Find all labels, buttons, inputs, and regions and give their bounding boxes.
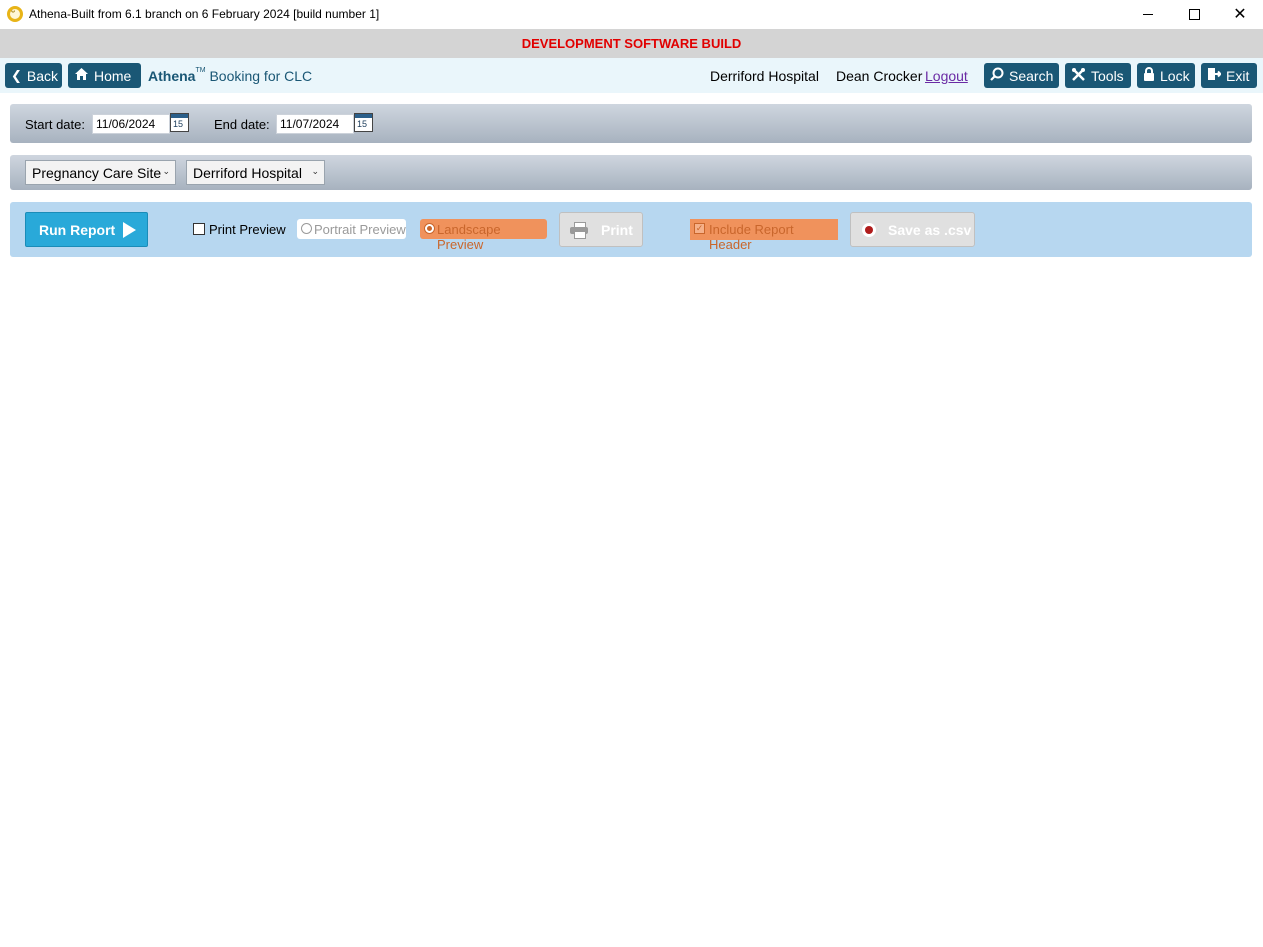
end-date-input[interactable]: 11/07/2024 (276, 114, 354, 134)
portrait-preview-label: Portrait Preview (314, 222, 406, 237)
tools-button[interactable]: Tools (1065, 63, 1131, 88)
current-hospital: Derriford Hospital (710, 68, 819, 84)
site-select[interactable]: Derriford Hospital ⌄ (186, 160, 325, 185)
back-button-label: Back (26, 67, 59, 84)
lock-button[interactable]: Lock (1137, 63, 1195, 88)
lock-icon (1143, 67, 1155, 84)
checkbox-checked-icon: ✓ (694, 223, 705, 234)
back-button[interactable]: ❮ Back (5, 63, 62, 88)
calendar-day-number: 15 (357, 119, 368, 129)
navigation-bar: ❮ Back Home AthenaTM Booking for CLC Der… (0, 58, 1263, 93)
landscape-preview-label: Landscape Preview (437, 222, 501, 252)
minimize-icon (1143, 14, 1153, 15)
radio-unselected-icon (301, 223, 312, 234)
search-button-label: Search (1009, 67, 1054, 84)
end-date-calendar-icon[interactable]: 15 (354, 113, 373, 132)
brand-trademark: TM (195, 67, 206, 74)
site-type-select[interactable]: Pregnancy Care Site ⌄ (25, 160, 176, 185)
window-titlebar: ᵕ Athena-Built from 6.1 branch on 6 Febr… (0, 0, 1263, 29)
radio-selected-icon (424, 223, 435, 234)
page-title: Booking for CLC (209, 68, 313, 84)
filters-panel: Pregnancy Care Site ⌄ Derriford Hospital… (10, 155, 1252, 190)
home-button[interactable]: Home (68, 63, 141, 88)
date-range-panel: Start date: 11/06/2024 15 End date: 11/0… (10, 104, 1252, 143)
chevron-down-icon: ⌄ (162, 166, 170, 176)
maximize-button[interactable] (1171, 0, 1217, 29)
maximize-icon (1188, 9, 1200, 20)
exit-button[interactable]: Exit (1201, 63, 1257, 88)
close-icon: ✕ (1233, 5, 1247, 23)
home-icon (74, 67, 89, 84)
print-button-label: Print (601, 222, 633, 238)
brand-name: Athena (148, 68, 196, 84)
tools-icon (1071, 67, 1086, 85)
search-button[interactable]: Search (984, 63, 1059, 88)
end-date-label: End date: (214, 117, 270, 132)
chevron-left-icon: ❮ (11, 67, 22, 83)
include-report-header-label: Include Report Header (709, 222, 794, 252)
start-date-label: Start date: (25, 117, 85, 132)
printer-icon (570, 222, 588, 239)
exit-button-label: Exit (1226, 67, 1250, 84)
site-value: Derriford Hospital (193, 165, 302, 181)
tools-button-label: Tools (1091, 67, 1124, 84)
record-icon (862, 223, 876, 237)
run-report-label: Run Report (39, 222, 116, 238)
run-report-button[interactable]: Run Report (25, 212, 148, 247)
window-title: Athena-Built from 6.1 branch on 6 Februa… (29, 7, 380, 21)
home-button-label: Home (94, 67, 132, 84)
site-type-value: Pregnancy Care Site (32, 165, 162, 181)
report-actions-panel: Run Report Print Preview Portrait Previe… (10, 202, 1252, 257)
minimize-button[interactable] (1125, 0, 1171, 29)
logout-link[interactable]: Logout (925, 68, 968, 84)
lock-button-label: Lock (1160, 67, 1190, 84)
save-as-csv-label: Save as .csv (888, 222, 972, 238)
close-button[interactable]: ✕ (1217, 0, 1263, 29)
include-report-header-option[interactable]: ✓ Include Report Header (690, 219, 838, 252)
start-date-calendar-icon[interactable]: 15 (170, 113, 189, 132)
development-build-banner: DEVELOPMENT SOFTWARE BUILD (0, 29, 1263, 58)
print-preview-label: Print Preview (209, 222, 286, 237)
start-date-input[interactable]: 11/06/2024 (92, 114, 170, 134)
print-preview-checkbox[interactable] (193, 223, 205, 235)
landscape-preview-radio[interactable]: Landscape Preview (420, 219, 547, 252)
save-as-csv-button[interactable]: Save as .csv (850, 212, 975, 247)
calendar-day-number: 15 (173, 119, 184, 129)
app-brand: AthenaTM Booking for CLC (148, 67, 313, 84)
print-button[interactable]: Print (559, 212, 643, 247)
chevron-down-icon: ⌄ (311, 166, 319, 176)
play-icon (123, 222, 136, 238)
search-icon (990, 67, 1004, 84)
athena-logo-icon: ᵕ (7, 6, 23, 22)
current-user: Dean Crocker (836, 68, 923, 84)
exit-icon (1207, 67, 1222, 84)
portrait-preview-radio[interactable]: Portrait Preview (297, 219, 406, 239)
